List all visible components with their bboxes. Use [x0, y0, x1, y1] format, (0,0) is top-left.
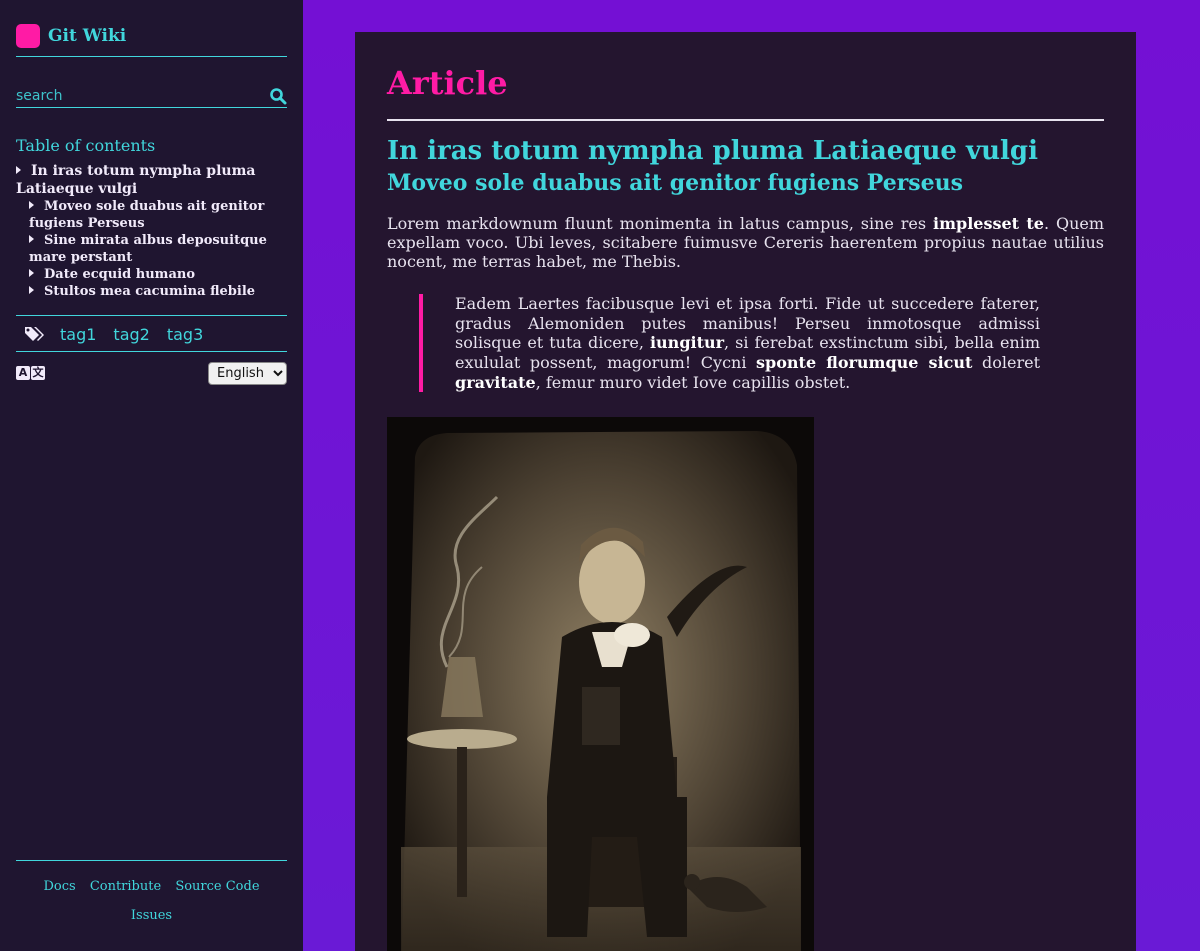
tags-icon: [25, 327, 44, 341]
toc-item-h1[interactable]: In iras totum nympha pluma Latiaeque vul…: [16, 162, 276, 198]
tag-list: tag1 tag2 tag3: [16, 316, 287, 352]
toc-item-h2[interactable]: Date ecquid humano: [29, 266, 276, 283]
table-of-contents: In iras totum nympha pluma Latiaeque vul…: [16, 162, 276, 300]
title-divider: [387, 119, 1104, 121]
caret-right-icon: [16, 166, 21, 174]
heading-h2: Moveo sole duabus ait genitor fugiens Pe…: [387, 170, 964, 196]
toc-item-h2[interactable]: Moveo sole duabus ait genitor fugiens Pe…: [29, 198, 276, 232]
footer-link-source-code[interactable]: Source Code: [175, 879, 259, 894]
article-panel: Article In iras totum nympha pluma Latia…: [355, 32, 1136, 951]
translate-icon: A文: [16, 366, 45, 380]
paragraph: Lorem markdownum fluunt monimenta in lat…: [387, 214, 1105, 271]
blockquote-bar: [419, 294, 423, 392]
divider: [16, 56, 287, 57]
search-input[interactable]: [16, 87, 269, 104]
footer-links: Docs Contribute Source Code Issues: [16, 872, 287, 930]
footer-link-docs[interactable]: Docs: [43, 879, 75, 894]
tag-link[interactable]: tag2: [113, 325, 149, 344]
footer-link-contribute[interactable]: Contribute: [90, 879, 161, 894]
language-row: A文 English: [16, 361, 287, 385]
divider: [16, 351, 287, 352]
divider: [16, 860, 287, 861]
caret-right-icon: [29, 286, 34, 294]
language-select[interactable]: English: [208, 361, 287, 385]
search-icon[interactable]: [269, 87, 287, 105]
brand[interactable]: Git Wiki: [16, 24, 126, 48]
tag-link[interactable]: tag3: [167, 325, 203, 344]
vintage-portrait-photo: [387, 417, 814, 951]
article-image: [387, 417, 814, 951]
toc-title: Table of contents: [16, 136, 156, 155]
heading-h1: In iras totum nympha pluma Latiaeque vul…: [387, 136, 1038, 166]
brand-title[interactable]: Git Wiki: [48, 26, 126, 46]
brand-logo-icon: [16, 24, 40, 48]
caret-right-icon: [29, 235, 34, 243]
caret-right-icon: [29, 269, 34, 277]
blockquote: Eadem Laertes facibusque levi et ipsa fo…: [455, 294, 1040, 392]
footer-link-issues[interactable]: Issues: [131, 908, 172, 923]
search-bar: [16, 84, 287, 108]
toc-item-h2[interactable]: Stultos mea cacumina flebile: [29, 283, 276, 300]
page-title: Article: [387, 64, 508, 102]
caret-right-icon: [29, 201, 34, 209]
sidebar: Git Wiki Table of contents In iras totum…: [0, 0, 303, 951]
tag-link[interactable]: tag1: [60, 325, 96, 344]
toc-item-h2[interactable]: Sine mirata albus deposuitque mare perst…: [29, 232, 276, 266]
